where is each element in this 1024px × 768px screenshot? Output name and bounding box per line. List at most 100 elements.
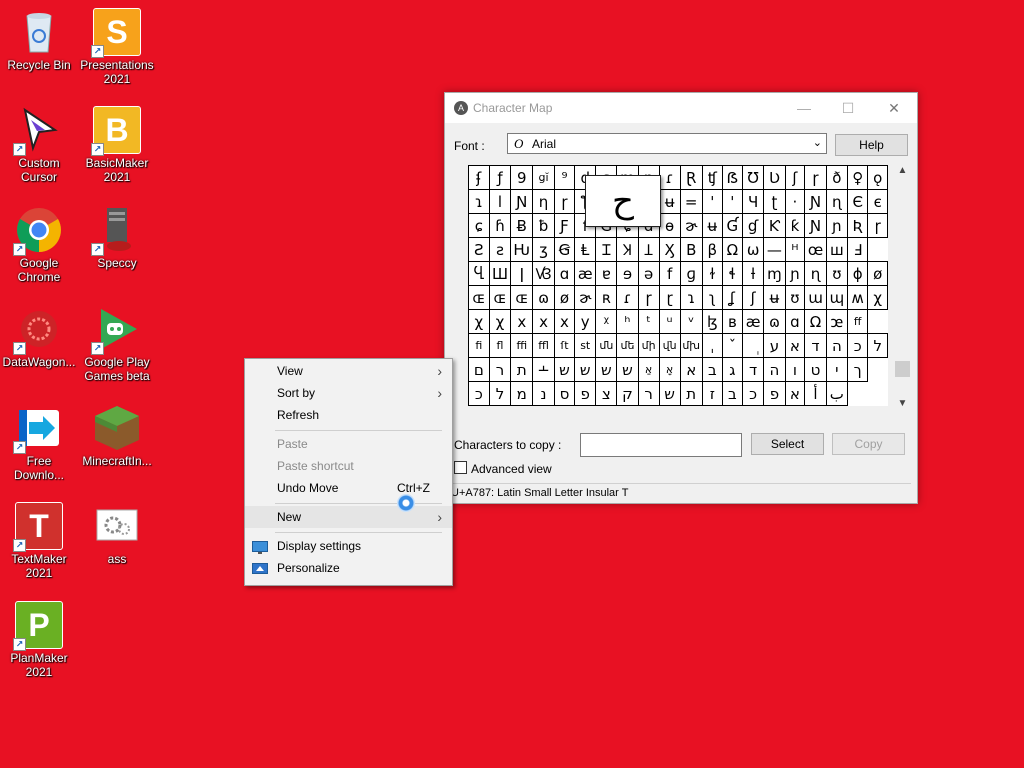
menu-item-refresh[interactable]: Refresh <box>245 404 452 426</box>
character-cell[interactable]: ɶ <box>488 285 512 310</box>
character-cell[interactable]: Ⴁ <box>468 261 490 286</box>
scroll-up-icon[interactable]: ▲ <box>894 165 911 182</box>
character-cell[interactable]: Є <box>846 189 869 214</box>
desktop-icon-presentations[interactable]: S ↗ Presentations 2021 <box>78 8 156 86</box>
character-cell[interactable]: ˇ <box>721 333 743 358</box>
character-cell[interactable]: Ч <box>741 189 765 214</box>
character-cell[interactable]: ƚ <box>741 261 765 286</box>
character-cell[interactable]: ʆ <box>721 285 743 310</box>
character-cell[interactable]: վն <box>658 333 681 358</box>
character-cell[interactable]: Ӽ <box>658 237 681 262</box>
character-cell[interactable]: ɦ <box>488 213 512 238</box>
character-cell[interactable]: ך <box>846 357 869 382</box>
character-cell[interactable]: ƞ <box>532 189 555 214</box>
character-cell[interactable]: fl <box>488 333 512 358</box>
character-cell[interactable]: ל <box>867 333 888 358</box>
character-cell[interactable]: x <box>553 309 576 334</box>
character-cell[interactable]: œ <box>804 237 827 262</box>
desktop-icon-ass[interactable]: ass <box>78 502 156 566</box>
character-cell[interactable]: אַ <box>637 357 660 382</box>
character-cell[interactable]: ɶ <box>468 285 490 310</box>
character-cell[interactable]: Ɲ <box>510 189 534 214</box>
character-cell[interactable]: ' <box>721 189 743 214</box>
character-cell[interactable]: ᵛ <box>679 309 703 334</box>
character-cell[interactable]: l <box>488 189 512 214</box>
character-cell[interactable]: ɲ <box>825 213 848 238</box>
desktop-icon-planmaker[interactable]: P ↗ PlanMaker 2021 <box>0 601 78 679</box>
character-cell[interactable]: ɳ <box>825 189 848 214</box>
character-cell[interactable]: Β <box>679 237 703 262</box>
title-bar[interactable]: A Character Map — ☐ ✕ <box>445 93 917 123</box>
character-cell[interactable]: ə <box>637 261 660 286</box>
character-cell[interactable]: Ƀ <box>510 213 534 238</box>
character-cell[interactable]: Ɲ <box>804 213 827 238</box>
character-cell[interactable]: æ <box>741 309 765 334</box>
character-cell[interactable]: ב <box>701 357 723 382</box>
character-cell[interactable]: أ <box>804 381 827 406</box>
font-dropdown[interactable]: O Arial ⌄ <box>507 133 827 154</box>
character-cell[interactable]: ו <box>784 357 806 382</box>
character-cell[interactable]: ɵ <box>658 213 681 238</box>
character-cell[interactable]: ʊ <box>784 285 806 310</box>
character-cell[interactable]: Ⅎ <box>846 237 869 262</box>
desktop-icon-google-play-games[interactable]: ↗ Google Play Games beta <box>78 305 156 383</box>
character-cell[interactable]: χ <box>468 309 490 334</box>
character-cell[interactable]: ɚ <box>574 285 597 310</box>
character-cell[interactable]: ʧ <box>701 165 723 190</box>
character-cell[interactable]: ʃ <box>741 285 765 310</box>
character-cell[interactable]: x <box>510 309 534 334</box>
character-cell[interactable]: ה <box>825 333 848 358</box>
close-button[interactable]: ✕ <box>871 93 917 123</box>
character-cell[interactable]: ꭢ <box>825 309 848 334</box>
menu-item-undo-move[interactable]: Undo Move Ctrl+Z <box>245 477 452 499</box>
character-cell[interactable]: ɽ <box>658 285 681 310</box>
scroll-down-icon[interactable]: ▼ <box>894 398 911 415</box>
menu-item-paste-shortcut[interactable]: Paste shortcut <box>245 455 452 477</box>
character-cell[interactable]: χ <box>488 309 512 334</box>
character-cell[interactable]: ƨ <box>488 237 512 262</box>
character-cell[interactable]: є <box>867 189 888 214</box>
menu-item-personalize[interactable]: Personalize <box>245 557 452 579</box>
character-cell[interactable]: ל <box>488 381 512 406</box>
character-cell[interactable]: fi <box>468 333 490 358</box>
character-cell[interactable]: ɠ <box>741 213 765 238</box>
character-cell[interactable]: כ <box>846 333 869 358</box>
character-cell[interactable]: ˌ <box>701 333 723 358</box>
menu-item-new[interactable]: New › <box>245 506 452 528</box>
desktop-icon-custom-cursor[interactable]: ↗ Custom Cursor <box>0 106 78 184</box>
character-cell[interactable]: մե <box>616 333 639 358</box>
character-cell[interactable]: ᵗ <box>637 309 660 334</box>
character-cell[interactable]: ס <box>553 381 576 406</box>
character-cell[interactable]: ɰ <box>825 285 848 310</box>
character-cell[interactable]: st <box>574 333 597 358</box>
character-cell[interactable]: ω <box>741 237 765 262</box>
character-cell[interactable]: Ƒ <box>553 213 576 238</box>
character-cell[interactable]: ø <box>867 261 888 286</box>
character-cell[interactable]: ɿ <box>468 189 490 214</box>
character-cell[interactable]: ק <box>616 381 639 406</box>
character-cell[interactable]: ב <box>721 381 743 406</box>
character-cell[interactable]: ɷ <box>532 285 555 310</box>
character-cell[interactable]: ְ <box>741 333 765 358</box>
character-cell[interactable]: ᵸ <box>784 237 806 262</box>
character-cell[interactable]: ɑ <box>784 309 806 334</box>
character-cell[interactable]: Ʞ <box>616 237 639 262</box>
character-cell[interactable]: f <box>658 261 681 286</box>
character-cell[interactable]: ƀ <box>532 213 555 238</box>
character-cell[interactable]: ד <box>804 333 827 358</box>
character-cell[interactable]: Ƨ <box>468 237 490 262</box>
character-cell[interactable]: פ <box>763 381 786 406</box>
character-cell[interactable]: ש <box>553 357 576 382</box>
character-cell[interactable]: x <box>532 309 555 334</box>
character-cell[interactable]: ɬ <box>721 261 743 286</box>
character-cell[interactable]: Ꞡ <box>553 237 576 262</box>
character-cell[interactable]: — <box>763 237 786 262</box>
character-cell[interactable]: ᵡ <box>595 309 618 334</box>
character-cell[interactable]: ẞ <box>721 165 743 190</box>
character-cell[interactable]: Ƙ <box>763 213 786 238</box>
character-cell[interactable]: ʒ <box>532 237 555 262</box>
character-cell[interactable]: צ <box>595 381 618 406</box>
character-cell[interactable]: ꟺ <box>825 237 848 262</box>
character-cell[interactable]: ʃ <box>784 165 806 190</box>
character-cell[interactable]: ffi <box>510 333 534 358</box>
